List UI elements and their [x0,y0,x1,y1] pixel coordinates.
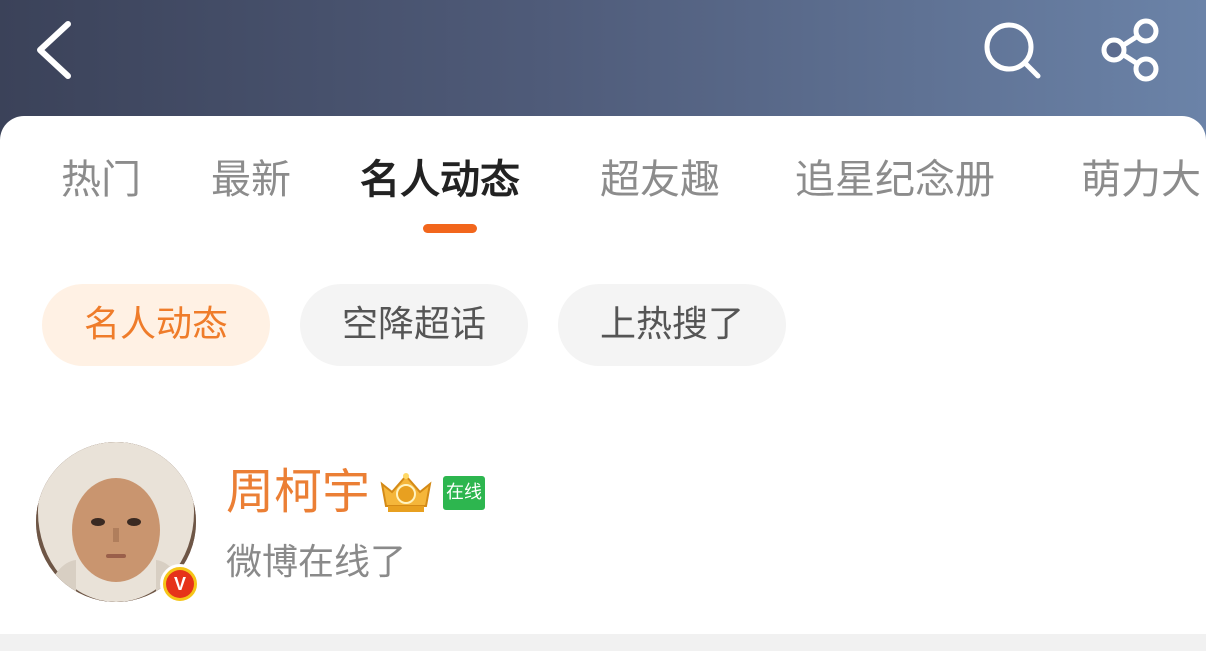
search-button[interactable] [980,18,1044,82]
verified-badge: V [160,564,200,604]
share-icon [1101,18,1159,82]
tab-cute-power[interactable]: 萌力大 [1081,150,1201,210]
tab-super-fun[interactable]: 超友趣 [600,150,720,210]
chip-celebrity-news[interactable]: 名人动态 [42,284,270,366]
back-button[interactable] [28,18,88,82]
user-name[interactable]: 周柯宇 [226,462,370,522]
tab-celebrity-news[interactable]: 名人动态 [360,150,520,210]
tab-latest[interactable]: 最新 [211,150,291,210]
crown-badge-icon[interactable] [378,470,434,516]
search-icon [984,22,1041,79]
post-status-text: 微博在线了 [226,542,407,583]
online-tag: 在线 [443,476,485,510]
verified-v-mark: V [166,570,194,598]
chip-airdrop-topic[interactable]: 空降超话 [300,284,528,366]
page-title [470,14,740,84]
tab-hot[interactable]: 热门 [61,150,141,210]
share-button[interactable] [1098,18,1164,82]
chevron-left-icon [37,21,71,79]
divider [0,634,1206,651]
tab-fan-album[interactable]: 追星纪念册 [795,150,995,210]
chip-trending[interactable]: 上热搜了 [558,284,786,366]
active-tab-indicator [423,224,477,233]
tab-bar: 热门 最新 名人动态 超友趣 追星纪念册 萌力大 [0,116,1206,246]
